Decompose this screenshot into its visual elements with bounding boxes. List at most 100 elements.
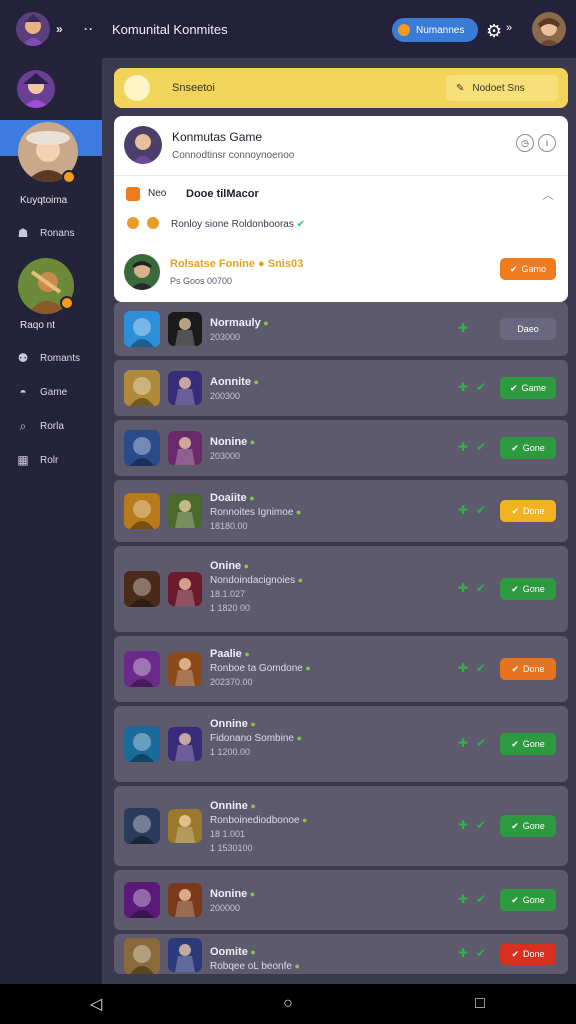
game-tile-icon: [124, 370, 160, 406]
gear-icon[interactable]: ⚙: [486, 21, 506, 41]
row-action-button[interactable]: ✔ Gone: [500, 889, 556, 911]
status-pill[interactable]: Numannes: [392, 18, 478, 42]
verified-icon: ●: [247, 719, 256, 729]
row-action-button[interactable]: ✔ Done: [500, 943, 556, 965]
sidebar-item-label: Rolr: [40, 454, 59, 466]
row4-title: Rolsatse Fonine ● Snis03: [170, 258, 303, 270]
row-action-button[interactable]: ✔ Gone: [500, 733, 556, 755]
card-avatar[interactable]: [124, 126, 162, 164]
game-button[interactable]: ✔ Gamo: [500, 258, 556, 280]
verified-icon: ●: [247, 437, 256, 447]
check-icon: ✔: [511, 948, 520, 959]
sidebar-item-rolr[interactable]: ▦ Rolr: [16, 453, 58, 467]
list-item-code: 18 1.001: [210, 829, 246, 839]
list-item[interactable]: Nonine ● 200000 ✚ ✔ ✔ Gone: [114, 870, 568, 930]
clock-icon[interactable]: ◷: [516, 134, 534, 152]
list-item-name-text: Onine: [210, 560, 242, 572]
sidebar-item-ronans[interactable]: ☗ Ronans: [16, 226, 75, 240]
list-item-name-text: Onnine: [210, 718, 248, 730]
list-item-desc-text: Nondoindacignoies: [210, 575, 296, 586]
list-item[interactable]: Aonnite ● 200300 ✚ ✔ ✔ Game: [114, 360, 568, 416]
row-action-label: Gone: [522, 739, 545, 749]
mascot-icon: [124, 75, 150, 101]
banner-button[interactable]: ✎ Nodoet Sns: [446, 75, 558, 101]
list-item-code: 1 1530100: [210, 843, 253, 853]
list-item-desc: Nondoindacignoies ●: [210, 575, 303, 586]
sidebar-item-label: Romants: [40, 352, 81, 364]
row-action-button[interactable]: ✔ Done: [500, 500, 556, 522]
coin-icon: [147, 217, 159, 229]
list-item[interactable]: Oomite ● Robqee oL beonfe ● ✚ ✔ ✔ Done: [114, 934, 568, 974]
list-item-name-text: Nonine: [210, 436, 248, 448]
page-title: Komunital Konmites: [112, 22, 228, 37]
list-item[interactable]: Onnine ● Fidonano Sombine ● 1 1200.00 ✚ ✔ ✔ Go…: [114, 706, 568, 782]
sidebar-item-label: Game: [40, 386, 68, 398]
row-action-button[interactable]: Daeo: [500, 318, 556, 340]
row-action-label: Done: [523, 506, 545, 516]
row-action-button[interactable]: ✔ Gone: [500, 815, 556, 837]
coin-icon: [127, 217, 139, 229]
list-item-desc-text: Ronnoites Ignimoe: [210, 507, 294, 518]
search-icon: ⌕: [19, 418, 27, 433]
check-icon: ✔: [476, 946, 487, 960]
user-avatar[interactable]: [532, 12, 566, 46]
check-icon: ✔: [476, 581, 487, 595]
row-action-button[interactable]: ✔ Gone: [500, 437, 556, 459]
back-icon[interactable]: »: [56, 22, 64, 36]
game-tile-icon: [124, 651, 160, 687]
row-action-label: Daeo: [517, 324, 539, 334]
verified-icon: ●: [291, 961, 300, 971]
puzzle-icon: ✚: [458, 946, 469, 960]
sidebar-item-rorla[interactable]: ⌕ Rorla: [16, 419, 64, 433]
sidebar-item-romants[interactable]: ⚉ Romants: [16, 351, 80, 365]
system-nav-bar: ◁ ○ □: [0, 984, 576, 1024]
app-avatar[interactable]: [16, 12, 50, 46]
verified-icon: ●: [293, 507, 302, 517]
list-item-name: Nonine ●: [210, 888, 255, 900]
row-action-button[interactable]: ✔ Done: [500, 658, 556, 680]
check-icon: ✔: [476, 736, 487, 750]
more-icon[interactable]: ··: [84, 22, 94, 36]
game-button-label: Gamo: [521, 264, 547, 274]
puzzle-icon: ✚: [458, 321, 469, 335]
sidebar-avatar-top[interactable]: [17, 70, 55, 108]
list-item-desc: Ronnoites Ignimoe ●: [210, 507, 301, 518]
list-item[interactable]: Onnine ● Ronboinediodbonoe ● 18 1.001 1 153…: [114, 786, 568, 866]
info-icon[interactable]: i: [538, 134, 556, 152]
back-icon[interactable]: ◁: [76, 994, 116, 1014]
list-item[interactable]: Paalie ● Ronboe ta Gomdone ● 202370.00 ✚ ✔ ✔ D…: [114, 636, 568, 702]
list-item[interactable]: Normauly ● 203000 ✚ Daeo: [114, 302, 568, 356]
row-action-button[interactable]: ✔ Game: [500, 377, 556, 399]
check-icon: ✔: [296, 219, 306, 230]
top-bar: » ·· Komunital Konmites Numannes ⚙ »: [0, 0, 576, 58]
game-tile-icon: [124, 571, 160, 607]
game-icon: ◓: [19, 385, 27, 399]
character-icon: [168, 652, 202, 686]
game-tile-icon: [124, 808, 160, 844]
character-icon: [168, 809, 202, 843]
home-icon[interactable]: ○: [268, 995, 308, 1013]
check-icon: ✔: [511, 442, 519, 453]
list-item[interactable]: Nonine ● 203000 ✚ ✔ ✔ Gone: [114, 420, 568, 476]
main-content: Snseetoi ✎ Nodoet Sns Konmutas Game Conn…: [102, 58, 576, 984]
row-action-button[interactable]: ✔ Gone: [500, 578, 556, 600]
verified-icon: ●: [247, 947, 256, 957]
player-avatar[interactable]: [124, 254, 160, 290]
sidebar-item-game[interactable]: ◓ Game: [16, 385, 67, 399]
list-item[interactable]: Onine ● Nondoindacignoies ● 18.1.027 1 1820…: [114, 546, 568, 632]
group-icon: ⚉: [17, 351, 29, 365]
row-action-label: Gone: [522, 895, 545, 905]
verified-icon: ●: [250, 377, 259, 387]
user1-badge-icon: [62, 170, 76, 184]
list-item[interactable]: Doaiite ● Ronnoites Ignimoe ● 18180.00 ✚ ✔ ✔ D…: [114, 480, 568, 542]
recents-icon[interactable]: □: [460, 995, 500, 1013]
verified-icon: ●: [247, 889, 256, 899]
row-action-label: Gone: [522, 821, 545, 831]
list-item-code: 203000: [210, 332, 241, 342]
character-icon: [168, 431, 202, 465]
character-icon: [168, 494, 202, 528]
list-item-desc: Ronboe ta Gomdone ●: [210, 663, 311, 674]
chevron-up-icon[interactable]: ︿: [542, 186, 554, 203]
check-icon: ✔: [476, 440, 487, 454]
verified-icon: ●: [247, 801, 256, 811]
